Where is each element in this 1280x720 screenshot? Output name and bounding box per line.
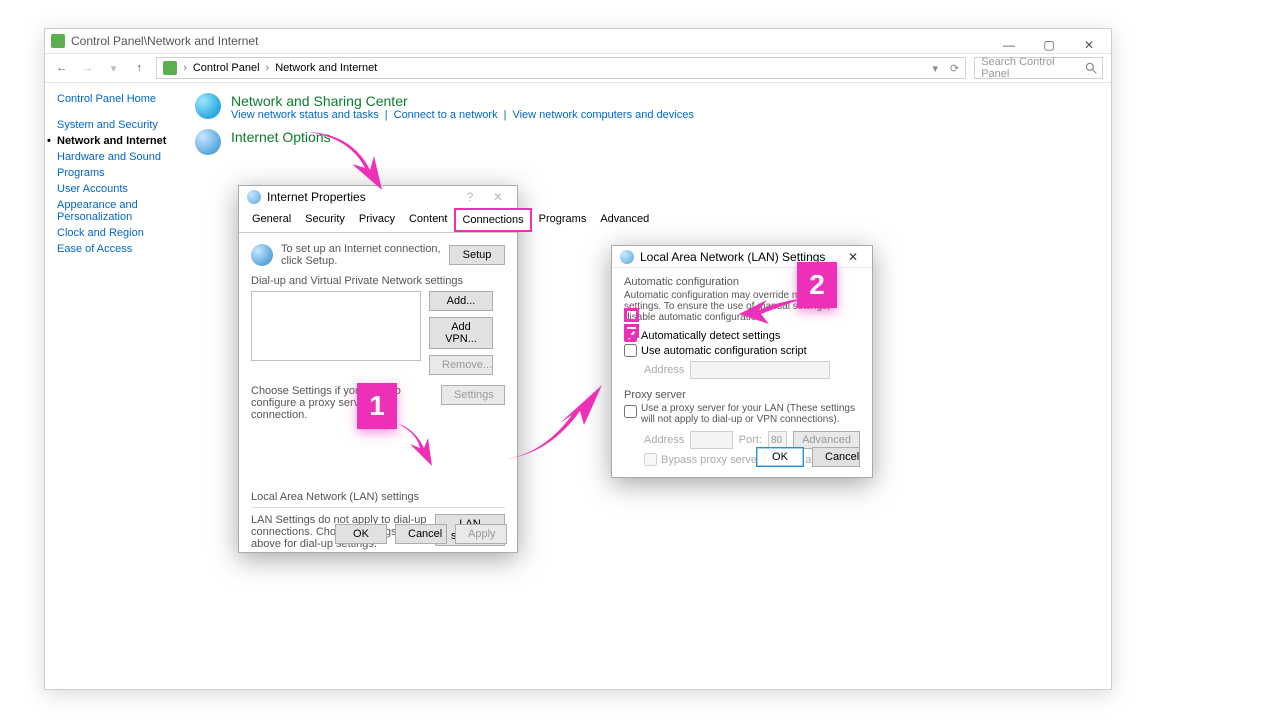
sidebar-item-programs[interactable]: Programs <box>57 165 173 181</box>
link-connect-network[interactable]: Connect to a network <box>394 109 498 121</box>
auto-script-checkbox[interactable]: Use automatic configuration script <box>624 344 860 357</box>
breadcrumb-dropdown-icon[interactable]: ▾ <box>932 62 938 75</box>
close-button[interactable]: ✕ <box>487 188 509 206</box>
breadcrumb[interactable]: › Control Panel › Network and Internet ▾… <box>156 57 966 79</box>
sidebar-item-user-accounts[interactable]: User Accounts <box>57 181 173 197</box>
sidebar-item-system-security[interactable]: System and Security <box>57 117 173 133</box>
arrow-icon <box>500 375 610 465</box>
window-titlebar: Control Panel\Network and Internet <box>45 29 1111 53</box>
recent-dropdown[interactable]: ▾ <box>105 59 123 77</box>
sidebar-item-network-internet[interactable]: Network and Internet <box>57 133 173 149</box>
maximize-button[interactable]: ▢ <box>1035 35 1063 55</box>
apply-button: Apply <box>455 524 507 544</box>
close-button[interactable]: ✕ <box>1075 35 1103 55</box>
tab-programs[interactable]: Programs <box>532 208 594 232</box>
highlight-auto-script <box>624 324 639 338</box>
ok-button[interactable]: OK <box>756 447 804 467</box>
control-panel-icon <box>51 34 65 48</box>
address-input <box>690 361 830 379</box>
dialup-listbox[interactable] <box>251 291 421 361</box>
help-button[interactable]: ? <box>459 188 481 206</box>
breadcrumb-icon <box>163 61 177 75</box>
network-sharing-links: View network status and tasks|Connect to… <box>231 109 694 121</box>
cancel-button[interactable]: Cancel <box>812 447 860 467</box>
add-button[interactable]: Add... <box>429 291 493 311</box>
window-title: Control Panel\Network and Internet <box>71 34 258 48</box>
dialog-icon <box>247 190 261 204</box>
arrow-icon <box>392 420 442 470</box>
add-vpn-button[interactable]: Add VPN... <box>429 317 493 349</box>
proxy-checkbox[interactable]: Use a proxy server for your LAN (These s… <box>624 403 860 425</box>
tab-content[interactable]: Content <box>402 208 455 232</box>
breadcrumb-item[interactable]: Network and Internet <box>275 62 377 74</box>
internet-options-icon <box>195 129 221 155</box>
address-label: Address <box>644 364 684 376</box>
cancel-button[interactable]: Cancel <box>395 524 447 544</box>
proxy-address-label: Address <box>644 434 684 446</box>
checkbox-input[interactable] <box>624 405 637 418</box>
control-panel-home-link[interactable]: Control Panel Home <box>57 93 173 105</box>
arrow-icon <box>300 128 400 198</box>
tab-privacy[interactable]: Privacy <box>352 208 402 232</box>
tab-general[interactable]: General <box>245 208 298 232</box>
tab-security[interactable]: Security <box>298 208 352 232</box>
minimize-button[interactable]: — <box>995 35 1023 55</box>
checkbox-input[interactable] <box>624 344 637 357</box>
network-sharing-icon <box>195 93 221 119</box>
settings-button: Settings <box>441 385 505 405</box>
up-button[interactable]: ↑ <box>130 59 148 77</box>
tab-advanced[interactable]: Advanced <box>593 208 656 232</box>
highlight-auto-detect <box>624 308 639 322</box>
control-panel-window: Control Panel\Network and Internet — ▢ ✕… <box>44 28 1112 690</box>
search-input[interactable]: Search Control Panel <box>974 57 1103 79</box>
proxy-address-input <box>690 431 732 449</box>
navbar: ← → ▾ ↑ › Control Panel › Network and In… <box>45 53 1111 83</box>
auto-detect-checkbox[interactable]: Automatically detect settings <box>624 329 860 342</box>
back-button[interactable]: ← <box>53 59 71 77</box>
sidebar-item-appearance[interactable]: Appearance and Personalization <box>57 197 173 225</box>
search-icon <box>1084 61 1098 75</box>
tab-connections[interactable]: Connections <box>454 208 531 232</box>
choose-settings-text: Choose Settings if you need to configure… <box>251 385 433 421</box>
internet-properties-dialog: Internet Properties ? ✕ General Security… <box>238 185 518 553</box>
chevron-right-icon: › <box>266 62 270 74</box>
dialup-group-label: Dial-up and Virtual Private Network sett… <box>251 275 505 287</box>
network-sharing-title[interactable]: Network and Sharing Center <box>231 93 694 109</box>
sidebar-item-hardware-sound[interactable]: Hardware and Sound <box>57 149 173 165</box>
forward-button: → <box>79 59 97 77</box>
dialog-icon <box>620 250 634 264</box>
sidebar-item-clock-region[interactable]: Clock and Region <box>57 225 173 241</box>
chevron-right-icon: › <box>183 62 187 74</box>
setup-button[interactable]: Setup <box>449 245 505 265</box>
lan-group-label: Local Area Network (LAN) settings <box>251 491 505 503</box>
sidebar: Control Panel Home System and Security N… <box>45 83 185 267</box>
ok-button[interactable]: OK <box>335 524 387 544</box>
sidebar-item-ease-of-access[interactable]: Ease of Access <box>57 241 173 257</box>
auto-detect-label: Automatically detect settings <box>641 330 780 342</box>
globe-icon <box>251 244 273 266</box>
auto-script-label: Use automatic configuration script <box>641 345 807 357</box>
proxy-desc: Use a proxy server for your LAN (These s… <box>641 403 860 425</box>
search-placeholder: Search Control Panel <box>981 56 1084 80</box>
link-view-network-computers[interactable]: View network computers and devices <box>512 109 693 121</box>
link-view-network-status[interactable]: View network status and tasks <box>231 109 379 121</box>
port-label: Port: <box>739 434 762 446</box>
breadcrumb-item[interactable]: Control Panel <box>193 62 260 74</box>
dialog-tabs: General Security Privacy Content Connect… <box>239 208 517 233</box>
proxy-group-label: Proxy server <box>624 389 860 401</box>
arrow-icon <box>737 296 807 326</box>
setup-text: To set up an Internet connection, click … <box>281 243 449 267</box>
close-button[interactable]: ✕ <box>842 248 864 266</box>
remove-button: Remove... <box>429 355 493 375</box>
refresh-icon[interactable]: ⟳ <box>950 62 959 75</box>
checkbox-input <box>644 453 657 466</box>
callout-one: 1 <box>357 383 397 429</box>
